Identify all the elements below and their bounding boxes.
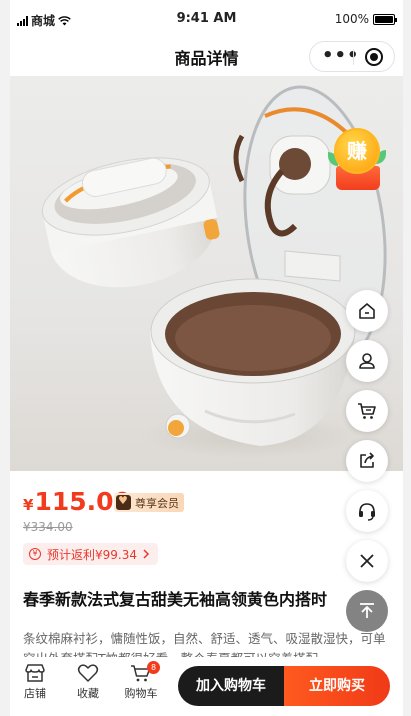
original-price: ¥334.00 [23,520,73,534]
mini-program-capsule: ••• [309,41,395,72]
customer-service-button[interactable] [346,490,388,532]
battery-percent: 100% [334,12,369,26]
cart-count-badge: 8 [147,661,160,674]
favorite-tab[interactable]: 收藏 [68,663,108,701]
earn-coin: 赚 [334,128,380,174]
store-label: 店铺 [24,687,46,700]
status-right: 100% [334,12,397,26]
rebate-label: 预计返利¥99.34 [47,547,137,562]
bottom-action-bar: 店铺 收藏 8 购物车 加入购物车 立即购买 [10,657,403,716]
share-button[interactable] [346,440,388,482]
favorite-label: 收藏 [77,687,99,700]
app-frame: 商城 9:41 AM 100% 商品详情 ••• 赚 ¥115.00 ♥ 尊享会… [10,0,403,716]
currency-symbol: ¥ [23,496,34,514]
chevron-right-icon [143,549,150,559]
buy-now-button[interactable]: 立即购买 [284,666,390,706]
yen-circle-icon: ¥ [29,548,41,560]
arrow-up-icon [360,603,374,618]
capsule-divider [353,49,354,65]
cart-tab[interactable]: 8 购物车 [121,661,161,701]
close-button[interactable] [346,540,388,582]
share-icon [360,452,374,468]
battery-icon [373,13,397,25]
cart-icon [358,403,376,419]
earn-rebate-badge[interactable]: 赚 [328,128,386,194]
user-icon [359,353,375,369]
store-tab[interactable]: 店铺 [15,663,55,701]
product-description: 条纹棉麻衬衫，慵随性饭，自然、舒适、透气、吸湿散湿快，可单穿出外套搭配T恤都很好… [23,631,386,657]
cart-label: 购物车 [124,687,158,700]
add-to-cart-button[interactable]: 加入购物车 [178,666,284,706]
status-bar: 商城 9:41 AM 100% [10,0,403,36]
target-circle-icon[interactable] [365,48,383,66]
heart-icon [77,664,99,682]
home-button[interactable] [346,290,388,332]
product-title: 春季新款法式复古甜美无袖高领黄色内搭时 [23,590,328,609]
member-heart-icon [116,494,131,510]
headset-icon [359,503,375,521]
nav-bar: 商品详情 ••• [10,36,403,76]
rebate-tag[interactable]: ¥ 预计返利¥99.34 [23,543,158,565]
member-badge[interactable]: 尊享会员 [114,493,184,512]
cart-shortcut-button[interactable] [346,390,388,432]
member-label: 尊享会员 [135,496,179,510]
home-icon [359,303,375,319]
store-icon [25,664,45,682]
profile-button[interactable] [346,340,388,382]
close-icon [360,554,374,568]
